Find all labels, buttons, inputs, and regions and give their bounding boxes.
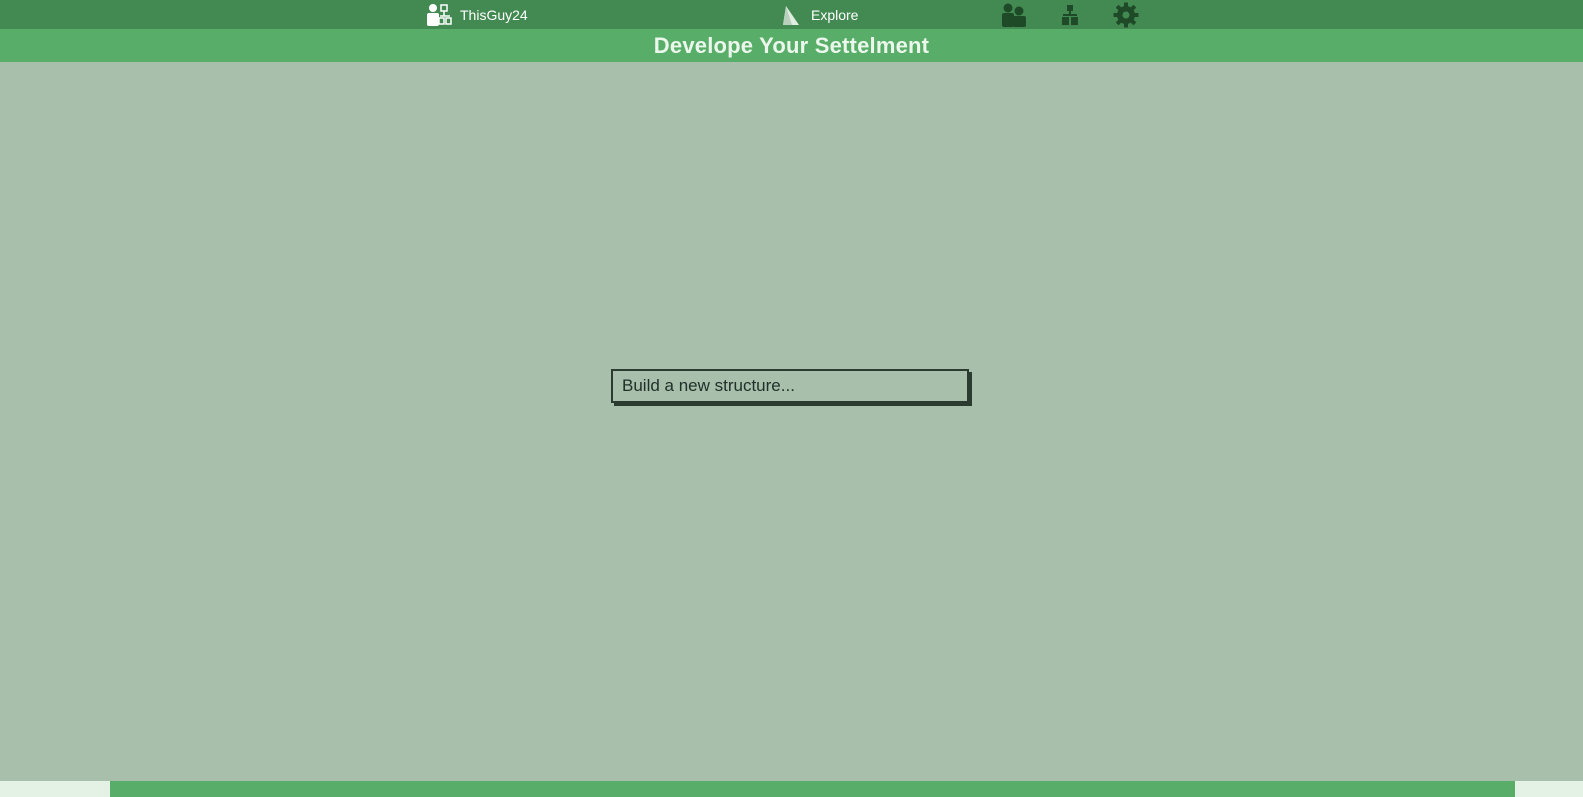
username-label: ThisGuy24 — [460, 7, 528, 23]
footer-bar — [110, 781, 1515, 797]
settings-gear-icon — [1113, 2, 1139, 28]
hierarchy-button[interactable] — [1057, 2, 1083, 28]
build-structure-button[interactable]: Build a new structure... — [611, 369, 969, 403]
explore-icon — [783, 6, 799, 25]
explore-link[interactable]: Explore — [781, 3, 858, 27]
hierarchy-icon — [1062, 5, 1078, 25]
page-title: Develope Your Settelment — [653, 32, 930, 58]
top-nav-bar: ThisGuy24 Explore — [0, 0, 1583, 29]
user-profile-link[interactable]: ThisGuy24 — [426, 3, 528, 27]
footer-left-strip — [0, 781, 110, 797]
build-structure-label: Build a new structure... — [622, 376, 795, 395]
main-content — [0, 62, 1583, 781]
players-button[interactable] — [1001, 2, 1027, 28]
footer-right-strip — [1515, 781, 1583, 797]
explore-label: Explore — [811, 7, 859, 23]
page-title-bar: Develope Your Settelment — [0, 29, 1583, 62]
user-profile-icon — [427, 4, 452, 26]
players-icon — [1002, 3, 1026, 27]
settings-button[interactable] — [1113, 2, 1139, 28]
